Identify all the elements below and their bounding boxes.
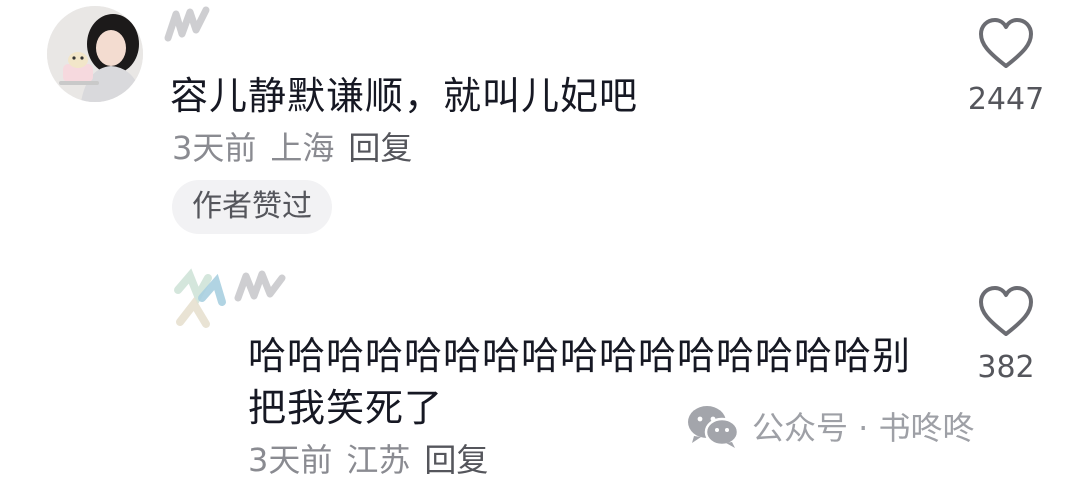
reply-button[interactable]: 回复 xyxy=(348,129,412,167)
comment-location: 上海 xyxy=(270,129,335,167)
heart-outline-icon xyxy=(979,18,1033,68)
avatar-photo xyxy=(47,6,143,102)
comment-time: 3天前 xyxy=(172,129,257,167)
wechat-icon xyxy=(688,406,740,448)
comment-meta: 3天前 上海 回复 xyxy=(172,128,426,168)
like-count: 2447 xyxy=(967,82,1045,117)
like-button[interactable] xyxy=(976,16,1036,72)
reply-meta: 3天前 江苏 回复 xyxy=(248,440,502,480)
watermark: 公众号 · 书咚咚 xyxy=(686,398,975,454)
blurred-name-mark xyxy=(234,270,286,302)
heart-outline-icon xyxy=(979,286,1033,336)
reply-username-blurred[interactable] xyxy=(232,268,288,310)
reply-time: 3天前 xyxy=(248,441,333,479)
commenter-avatar[interactable] xyxy=(47,6,143,102)
username-blurred[interactable] xyxy=(162,4,212,46)
blurred-name-mark xyxy=(164,6,210,42)
reply-like-button[interactable] xyxy=(976,284,1036,340)
reply-reply-button[interactable]: 回复 xyxy=(424,441,488,479)
comment-text: 容儿静默谦顺，就叫儿妃吧 xyxy=(170,74,639,118)
reply-location: 江苏 xyxy=(346,441,411,479)
watermark-text: 公众号 · 书咚咚 xyxy=(752,409,975,447)
reply-like-count: 382 xyxy=(977,350,1035,385)
author-liked-badge: 作者赞过 xyxy=(172,180,332,234)
